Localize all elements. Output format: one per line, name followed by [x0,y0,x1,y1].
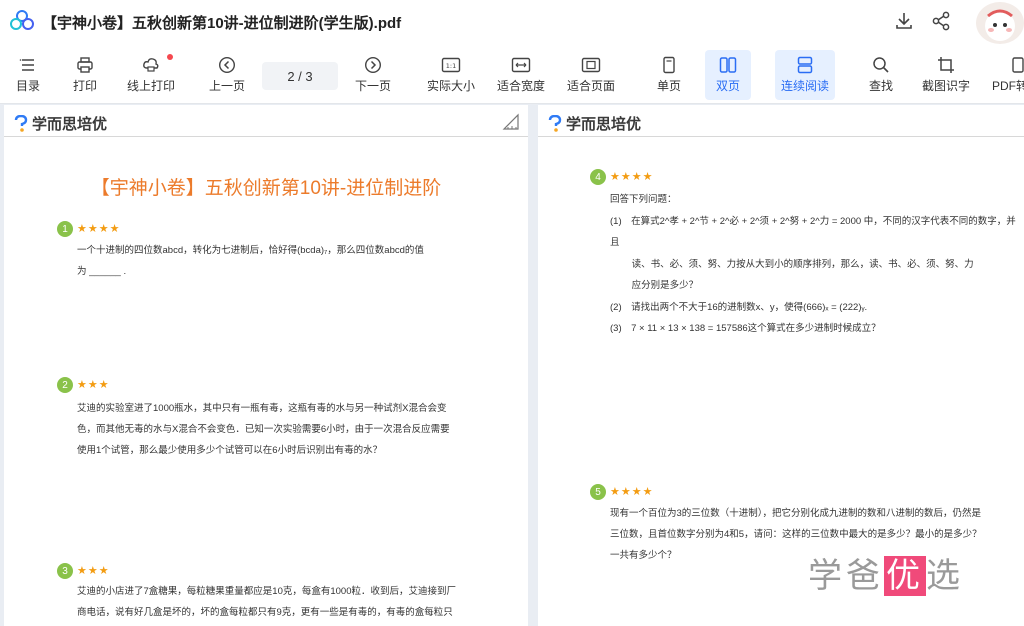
fit-page-icon [581,57,601,73]
printer-icon [77,57,93,73]
double-page-icon [719,57,737,73]
ocr-button[interactable]: 截图识字 [918,50,974,100]
prev-page-button[interactable]: 上一页 [204,50,250,100]
chevron-right-icon [364,56,382,74]
app-logo-icon [10,10,34,30]
pdf-page-left: 学而思培优 【宇神小卷】五秋创新第10讲-进位制进阶 1 ★★★★ 一个十进制的… [4,105,528,626]
single-page-icon [663,56,675,74]
question-number-badge: 4 [590,169,606,185]
user-avatar[interactable] [976,2,1024,44]
prev-page-label: 上一页 [208,79,245,93]
download-icon[interactable] [893,10,915,32]
question-number-badge: 5 [590,484,606,500]
header-divider [538,136,1024,137]
question-number-badge: 3 [57,563,73,579]
convert-icon [1012,57,1024,73]
question-text: 艾迪的小店进了7盒糖果，每粒糖果重量都应是10克，每盒有1000粒．收到后，艾迪… [77,586,456,618]
difficulty-stars: ★★★★ [77,223,121,235]
title-bar: 【宇神小卷】五秋创新第10讲-进位制进阶(学生版).pdf [0,0,1024,46]
double-page-button[interactable]: 双页 [705,50,751,100]
crop-icon [938,57,954,73]
fit-page-button[interactable]: 适合页面 [562,50,620,100]
question-text: 艾迪的实验室进了1000瓶水，其中只有一瓶有毒，这瓶有毒的水与另一种试剂X混合会… [77,403,450,456]
next-page-label: 下一页 [354,79,391,93]
page-indicator[interactable]: 2 / 3 [262,62,338,90]
brand-name: 学而思培优 [566,116,642,133]
continuous-icon [797,56,813,74]
brand-logo-icon [548,114,562,132]
document-title: 【宇神小卷】五秋创新第10讲-进位制进阶(学生版).pdf [42,15,402,32]
ruler-icon [502,113,519,130]
share-icon[interactable] [930,10,952,32]
double-page-label: 双页 [715,79,740,93]
cloud-print-icon [143,58,159,72]
actual-size-label: 实际大小 [426,79,475,93]
question-number-badge: 2 [57,377,73,393]
fit-page-label: 适合页面 [566,79,615,93]
difficulty-stars: ★★★★ [610,486,654,498]
question-text: 回答下列问题： (1) 在算式2^孝 + 2^节 + 2^必 + 2^须 + 2… [610,194,1016,334]
difficulty-stars: ★★★ [77,565,110,577]
fit-width-icon [511,57,531,73]
continuous-read-label: 连续阅读 [780,79,829,93]
find-button[interactable]: 查找 [860,50,902,100]
find-label: 查找 [868,79,893,93]
actual-size-glyph: 1:1 [446,62,456,70]
toc-label: 目录 [15,79,40,93]
fit-width-button[interactable]: 适合宽度 [492,50,550,100]
fit-width-label: 适合宽度 [496,79,545,93]
difficulty-stars: ★★★ [77,379,110,391]
list-icon [19,59,34,71]
online-print-label: 线上打印 [126,79,175,93]
toc-button[interactable]: 目录 [6,50,50,100]
print-button[interactable]: 打印 [62,50,108,100]
continuous-read-button[interactable]: 连续阅读 [775,50,835,100]
pdf-convert-button[interactable]: PDF转 [986,50,1024,100]
header-divider [4,136,528,137]
brand-name: 学而思培优 [32,116,108,133]
brand-header: 学而思培优 [548,113,641,134]
brand-header: 学而思培优 [14,113,107,134]
print-label: 打印 [72,79,97,93]
chevron-left-icon [218,56,236,74]
brand-logo-icon [14,114,28,132]
actual-size-icon: 1:1 [441,57,461,73]
difficulty-stars: ★★★★ [610,171,654,183]
single-page-label: 单页 [656,79,681,93]
next-page-button[interactable]: 下一页 [350,50,396,100]
question-number-badge: 1 [57,221,73,237]
pdf-convert-label: PDF转 [992,79,1024,93]
actual-size-button[interactable]: 1:1 实际大小 [422,50,480,100]
single-page-button[interactable]: 单页 [648,50,690,100]
question-text: 一个十进制的四位数abcd，转化为七进制后，恰好得(bcda)₇，那么四位数ab… [77,245,424,277]
ocr-label: 截图识字 [921,79,970,93]
search-icon [873,57,889,73]
notification-dot [167,54,173,60]
toolbar: 目录 打印 线上打印 上一页 2 / 3 下一页 1:1 实际大小 适合宽度 适… [0,46,1024,104]
watermark-logo: 学爸优选 [808,556,964,596]
document-main-title: 【宇神小卷】五秋创新第10讲-进位制进阶 [90,178,442,199]
